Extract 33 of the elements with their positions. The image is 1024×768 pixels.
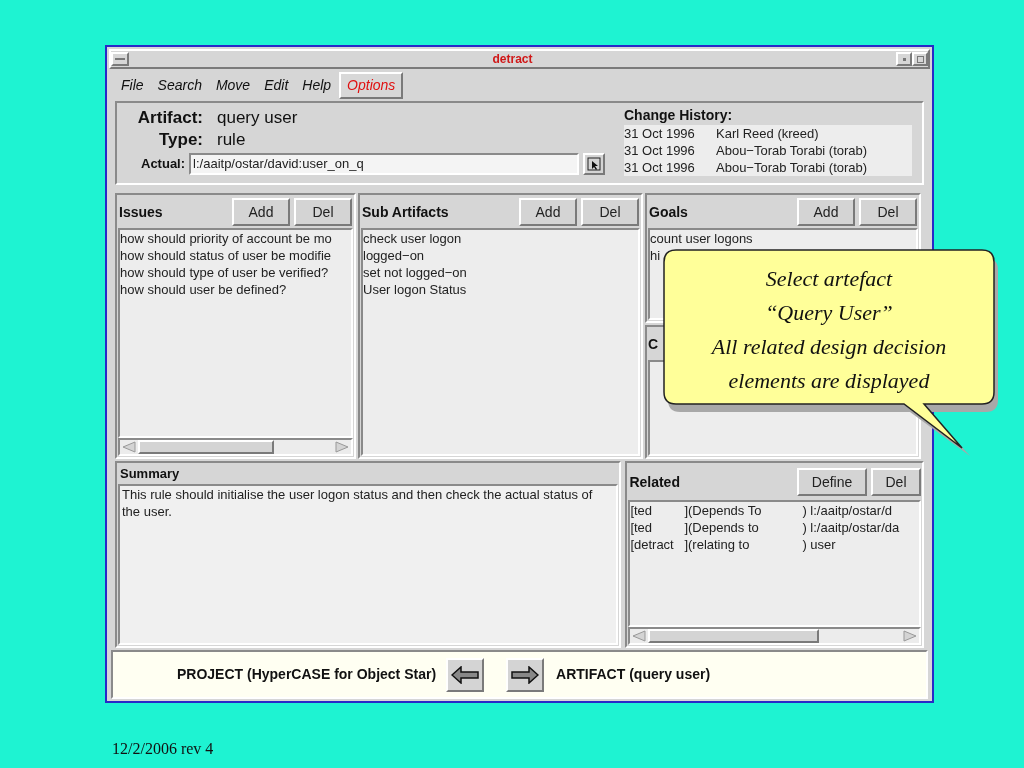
panel-title: Summary	[119, 465, 181, 483]
table-cell: ) user	[802, 536, 836, 553]
field-label: Artifact:	[136, 107, 203, 129]
window-title: detract	[491, 51, 534, 68]
history-date: 31 Oct 1996	[624, 159, 696, 176]
history-author: Karl Reed (kreed)	[716, 125, 819, 142]
field-label: Actual:	[141, 155, 186, 174]
field-value: rule	[217, 129, 246, 151]
nav-label: PROJECT (HyperCASE for Object Star)	[177, 665, 437, 684]
history-date: 31 Oct 1996	[624, 125, 696, 142]
summary-text: This rule should initialise the user logon status and then check the actual status of the user.	[122, 486, 594, 520]
panel-title: C	[648, 334, 659, 354]
history-author: Abou−Torab Torabi (torab)	[716, 159, 868, 176]
table-cell: ) l:/aaitp/ostar/d	[802, 502, 892, 519]
section-title: Change History:	[624, 106, 734, 125]
callout-tooltip-text: Select artefact “Query User” All related design decision elements are displayed	[711, 265, 947, 395]
table-cell-text: [ted	[630, 519, 654, 536]
field-label: Type:	[157, 129, 203, 151]
field-value: query user	[217, 107, 298, 129]
nav-label: ARTIFACT (query user)	[556, 665, 711, 684]
table-cell: ) l:/aaitp/ostar/da	[802, 519, 900, 536]
table-cell-text: [ted	[630, 502, 654, 519]
panel-title: Issues	[119, 202, 164, 222]
table-cell-text: [detract	[630, 536, 675, 553]
table-cell-text: ](Depends To	[684, 502, 763, 519]
panel-title: Goals	[649, 202, 689, 222]
panel-title: Related	[628, 472, 681, 492]
panel-title: Sub Artifacts	[362, 202, 450, 222]
table-cell-text: ](Depends to	[684, 519, 760, 536]
table-cell-text: ](relating to	[684, 536, 751, 553]
history-date: 31 Oct 1996	[624, 142, 696, 159]
history-author: Abou−Torab Torabi (torab)	[716, 142, 868, 159]
footer-text: 12/2/2006 rev 4	[112, 739, 215, 759]
